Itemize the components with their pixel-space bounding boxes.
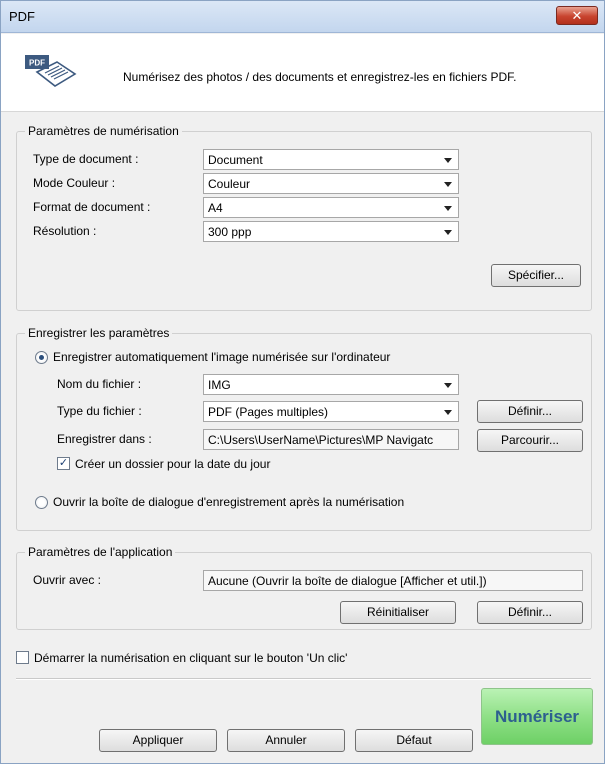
- color-mode-value: Couleur: [208, 177, 251, 191]
- open-with-label: Ouvrir avec :: [33, 573, 102, 587]
- save-settings-group: Enregistrer les paramètres Enregistrer a…: [16, 326, 592, 531]
- subfolder-label[interactable]: Créer un dossier pour la date du jour: [75, 457, 270, 471]
- file-name-value: IMG: [208, 378, 231, 392]
- scan-settings-group: Paramètres de numérisation Type de docum…: [16, 124, 592, 311]
- resolution-label: Résolution :: [33, 224, 97, 238]
- app-define-button[interactable]: Définir...: [477, 601, 583, 624]
- app-settings-legend: Paramètres de l'application: [25, 545, 176, 559]
- chevron-down-icon: [444, 206, 452, 211]
- save-in-label: Enregistrer dans :: [57, 432, 152, 446]
- file-name-combo[interactable]: IMG: [203, 374, 459, 395]
- default-button[interactable]: Défaut: [355, 729, 473, 752]
- color-mode-select[interactable]: Couleur: [203, 173, 459, 194]
- footer-separator: [16, 678, 591, 680]
- open-dialog-radio[interactable]: [35, 496, 48, 509]
- doc-type-select[interactable]: Document: [203, 149, 459, 170]
- auto-save-radio[interactable]: [35, 351, 48, 364]
- subfolder-checkbox[interactable]: ✓: [57, 457, 70, 470]
- chevron-down-icon: [444, 383, 452, 388]
- window-title: PDF: [9, 9, 35, 24]
- doc-size-label: Format de document :: [33, 200, 151, 214]
- chevron-down-icon: [444, 158, 452, 163]
- resolution-select[interactable]: 300 ppp: [203, 221, 459, 242]
- chevron-down-icon: [444, 182, 452, 187]
- cancel-button[interactable]: Annuler: [227, 729, 345, 752]
- title-bar: PDF ✕: [1, 1, 604, 33]
- apply-button[interactable]: Appliquer: [99, 729, 217, 752]
- doc-size-select[interactable]: A4: [203, 197, 459, 218]
- one-click-checkbox[interactable]: [16, 651, 29, 664]
- pdf-document-icon: PDF: [25, 55, 77, 87]
- file-name-label: Nom du fichier :: [57, 377, 142, 391]
- doc-type-label: Type de document :: [33, 152, 139, 166]
- close-icon: ✕: [571, 8, 583, 23]
- open-with-field: Aucune (Ouvrir la boîte de dialogue [Aff…: [203, 570, 583, 591]
- chevron-down-icon: [444, 230, 452, 235]
- pdf-dialog: PDF ✕ PDF Numérisez des photos / des doc…: [0, 0, 605, 764]
- close-button[interactable]: ✕: [556, 6, 598, 25]
- save-settings-legend: Enregistrer les paramètres: [25, 326, 173, 340]
- auto-save-label[interactable]: Enregistrer automatiquement l'image numé…: [53, 350, 390, 364]
- open-dialog-label[interactable]: Ouvrir la boîte de dialogue d'enregistre…: [53, 495, 404, 509]
- file-type-label: Type du fichier :: [57, 404, 142, 418]
- save-in-field[interactable]: C:\Users\UserName\Pictures\MP Navigatc: [203, 429, 459, 450]
- scan-button[interactable]: Numériser: [481, 688, 593, 745]
- file-type-define-button[interactable]: Définir...: [477, 400, 583, 423]
- resolution-value: 300 ppp: [208, 225, 252, 239]
- doc-type-value: Document: [208, 153, 263, 167]
- file-type-value: PDF (Pages multiples): [208, 405, 329, 419]
- doc-size-value: A4: [208, 201, 223, 215]
- app-settings-group: Paramètres de l'application Ouvrir avec …: [16, 545, 592, 630]
- browse-button[interactable]: Parcourir...: [477, 429, 583, 452]
- color-mode-label: Mode Couleur :: [33, 176, 116, 190]
- specify-button[interactable]: Spécifier...: [491, 264, 581, 287]
- header-description: Numérisez des photos / des documents et …: [123, 70, 517, 84]
- chevron-down-icon: [444, 410, 452, 415]
- file-type-select[interactable]: PDF (Pages multiples): [203, 401, 459, 422]
- header-banner: PDF Numérisez des photos / des documents…: [1, 34, 604, 112]
- reset-button[interactable]: Réinitialiser: [340, 601, 456, 624]
- one-click-label[interactable]: Démarrer la numérisation en cliquant sur…: [34, 651, 347, 665]
- scan-settings-legend: Paramètres de numérisation: [25, 124, 182, 138]
- svg-text:PDF: PDF: [29, 59, 45, 68]
